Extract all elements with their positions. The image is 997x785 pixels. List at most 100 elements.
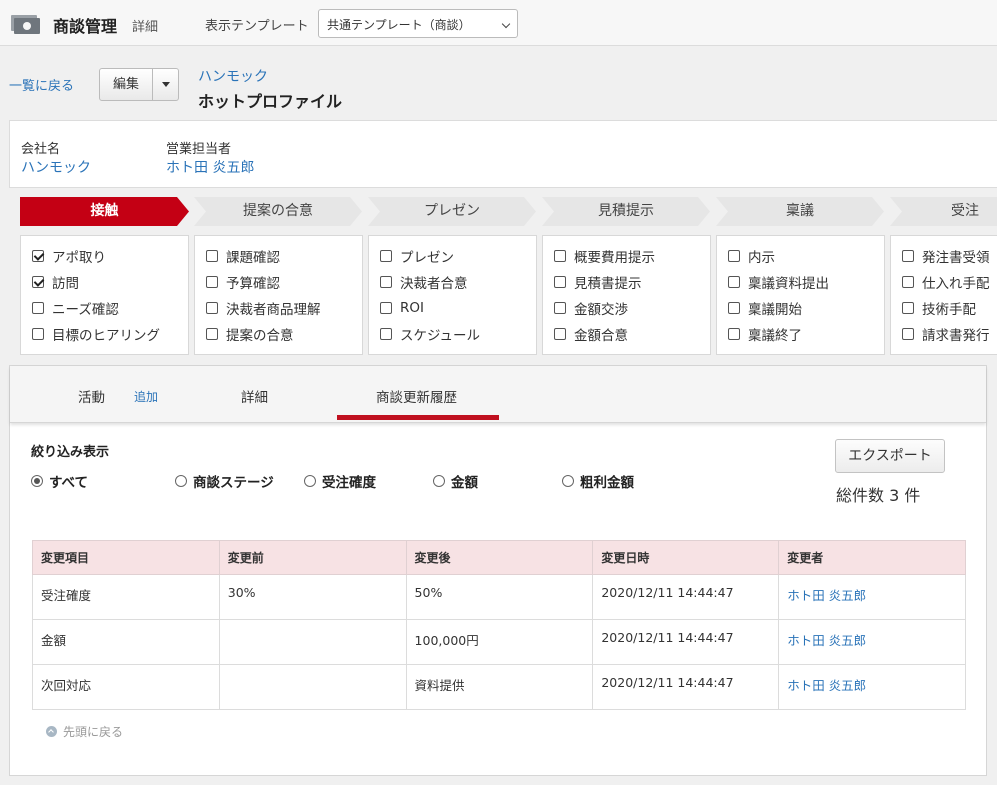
checklist-item[interactable]: 概要費用提示 — [554, 247, 655, 266]
sales-rep-link[interactable]: ホト田 炎五郎 — [166, 157, 254, 177]
checklist-item[interactable]: 決裁者商品理解 — [206, 299, 321, 318]
checklist-item[interactable]: アポ取り — [32, 247, 106, 266]
checklist-item[interactable]: 目標のヒアリング — [32, 325, 160, 344]
radio-button[interactable] — [433, 475, 445, 487]
filter-radio-probability[interactable]: 受注確度 — [304, 471, 376, 491]
stage-step-2[interactable]: 提案の合意 — [194, 197, 362, 226]
checkbox[interactable] — [902, 250, 914, 262]
table-row: 金額 100,000円 2020/12/11 14:44:47 ホト田 炎五郎 — [32, 619, 966, 665]
radio-button[interactable] — [31, 475, 43, 487]
page-title: ホットプロファイル — [198, 92, 343, 111]
filter-title: 絞り込み表示 — [31, 445, 110, 460]
checklist-item[interactable]: ニーズ確認 — [32, 299, 119, 318]
checkbox[interactable] — [32, 302, 44, 314]
radio-button[interactable] — [175, 475, 187, 487]
checkbox[interactable] — [32, 328, 44, 340]
changed-by-link[interactable]: ホト田 炎五郎 — [778, 574, 966, 620]
checklist-column: アポ取り 訪問 ニーズ確認 目標のヒアリング — [20, 235, 189, 355]
export-button[interactable]: エクスポート — [835, 439, 945, 473]
checklist-item[interactable]: 仕入れ手配 — [902, 273, 990, 292]
checkbox[interactable] — [32, 276, 44, 288]
table-header-row: 変更項目 変更前 変更後 変更日時 変更者 — [32, 540, 966, 575]
table-cell: 100,000円 — [405, 619, 594, 665]
checkbox[interactable] — [206, 328, 218, 340]
checklist-item[interactable]: ROI — [380, 299, 424, 317]
checklist-item[interactable]: 稟議資料提出 — [728, 273, 829, 292]
checklist-item[interactable]: 課題確認 — [206, 247, 280, 266]
checkbox[interactable] — [902, 328, 914, 340]
checkbox[interactable] — [728, 276, 740, 288]
filter-radio-gross-profit[interactable]: 粗利金額 — [562, 471, 634, 491]
checkbox[interactable] — [380, 302, 392, 314]
checklist-item[interactable]: プレゼン — [380, 247, 454, 266]
table-cell: 2020/12/11 14:44:47 — [592, 574, 780, 620]
checkbox[interactable] — [380, 276, 392, 288]
tab-history[interactable]: 商談更新履歴 — [376, 386, 457, 406]
stage-step-4[interactable]: 見積提示 — [542, 197, 710, 226]
active-tab-indicator — [337, 415, 499, 420]
table-cell: 50% — [405, 574, 594, 620]
checkbox[interactable] — [554, 328, 566, 340]
checkbox[interactable] — [380, 328, 392, 340]
table-cell: 受注確度 — [32, 574, 220, 620]
template-label: 表示テンプレート — [205, 19, 309, 34]
checkbox[interactable] — [32, 250, 44, 262]
checklist-item[interactable]: 稟議終了 — [728, 325, 802, 344]
tab-detail[interactable]: 詳細 — [241, 386, 268, 406]
back-to-top-link[interactable]: 先頭に戻る — [46, 723, 123, 740]
checklist-item[interactable]: 訪問 — [32, 273, 79, 292]
table-row: 次回対応 資料提供 2020/12/11 14:44:47 ホト田 炎五郎 — [32, 664, 966, 710]
checkbox[interactable] — [554, 276, 566, 288]
checkbox[interactable] — [728, 328, 740, 340]
radio-button[interactable] — [562, 475, 574, 487]
edit-dropdown-caret-icon[interactable] — [153, 69, 178, 100]
add-activity-link[interactable]: 追加 — [134, 388, 158, 405]
sales-rep-label: 営業担当者 — [166, 142, 232, 157]
checkbox[interactable] — [206, 302, 218, 314]
checklist-item[interactable]: 請求書発行 — [902, 325, 990, 344]
checklist-item[interactable]: 金額交渉 — [554, 299, 628, 318]
changed-by-link[interactable]: ホト田 炎五郎 — [778, 619, 966, 665]
tab-activity[interactable]: 活動 — [78, 386, 105, 406]
checklist-item[interactable]: 予算確認 — [206, 273, 280, 292]
checklist-item[interactable]: 発注書受領 — [902, 247, 990, 266]
changed-by-link[interactable]: ホト田 炎五郎 — [778, 664, 966, 710]
checkbox[interactable] — [206, 276, 218, 288]
table-cell — [218, 619, 407, 665]
checkbox[interactable] — [728, 302, 740, 314]
column-header: 変更前 — [218, 540, 407, 575]
filter-radio-stage[interactable]: 商談ステージ — [175, 471, 274, 491]
stage-step-5[interactable]: 稟議 — [716, 197, 884, 226]
column-header: 変更日時 — [592, 540, 780, 575]
checkbox[interactable] — [902, 302, 914, 314]
arrow-up-circle-icon — [46, 726, 57, 737]
checkbox[interactable] — [728, 250, 740, 262]
checklist-item[interactable]: 提案の合意 — [206, 325, 294, 344]
checkbox[interactable] — [206, 250, 218, 262]
checklist-item[interactable]: 見積書提示 — [554, 273, 642, 292]
filter-radio-all[interactable]: すべて — [31, 471, 88, 491]
template-select-value: 共通テンプレート（商談） — [327, 18, 471, 32]
template-select[interactable]: 共通テンプレート（商談） — [318, 9, 518, 38]
filter-radio-amount[interactable]: 金額 — [433, 471, 478, 491]
checkbox[interactable] — [554, 302, 566, 314]
checklist-item[interactable]: 決裁者合意 — [380, 273, 468, 292]
checklist-item[interactable]: 技術手配 — [902, 299, 976, 318]
stage-step-1[interactable]: 接触 — [20, 197, 189, 226]
checklist-item[interactable]: 金額合意 — [554, 325, 628, 344]
checkbox[interactable] — [380, 250, 392, 262]
edit-button[interactable]: 編集 — [100, 69, 153, 100]
checklist-item[interactable]: 内示 — [728, 247, 775, 266]
back-to-list-link[interactable]: 一覧に戻る — [9, 75, 74, 94]
history-panel: 活動 追加 詳細 商談更新履歴 絞り込み表示 すべて 商談ステージ 受注確度 金… — [9, 365, 987, 776]
company-link[interactable]: ハンモック — [21, 157, 91, 177]
breadcrumb-company-link[interactable]: ハンモック — [198, 66, 268, 86]
checklist-item[interactable]: スケジュール — [380, 325, 480, 344]
stage-step-3[interactable]: プレゼン — [368, 197, 536, 226]
radio-button[interactable] — [304, 475, 316, 487]
checklist-item[interactable]: 稟議開始 — [728, 299, 802, 318]
stage-step-6[interactable]: 受注 — [890, 197, 997, 226]
money-bill-icon — [11, 15, 40, 34]
checkbox[interactable] — [554, 250, 566, 262]
checkbox[interactable] — [902, 276, 914, 288]
